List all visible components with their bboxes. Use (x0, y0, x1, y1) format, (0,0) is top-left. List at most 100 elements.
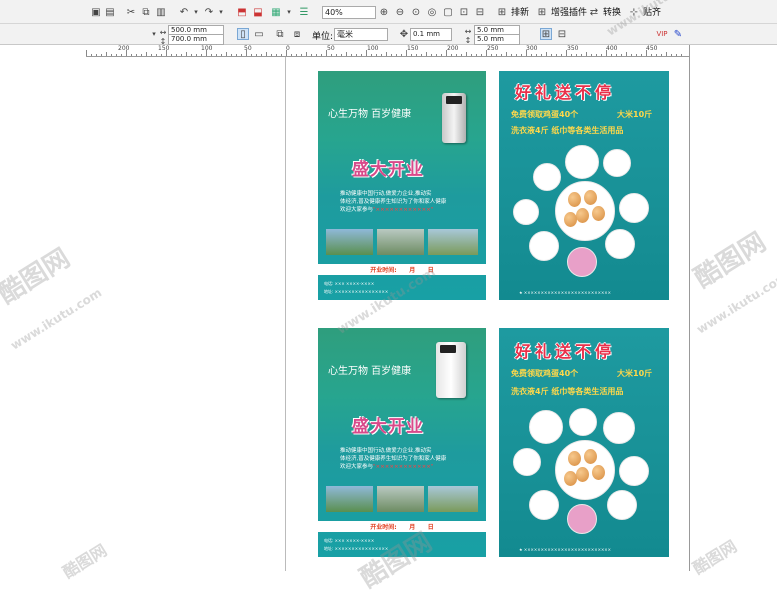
copy-icon[interactable]: ⧉ (140, 6, 152, 18)
ruler-tick (476, 54, 477, 56)
gift-circle-rice (529, 231, 559, 261)
gift-circle-bottle (513, 199, 539, 225)
ruler-tick (111, 54, 112, 56)
flyer-front[interactable]: 心生万物 百岁健康 盛大开业 推动健康中国行动,做爱力企业,推动实 体经济,普及… (318, 71, 486, 300)
flyer-back-copy[interactable]: 好礼送不停 免费领取鸡蛋40个 大米10斤 洗衣液4斤 纸巾等各类生活用品 ★ … (499, 328, 669, 557)
publish-pdf-icon[interactable]: ▦ (270, 6, 282, 18)
ruler-tick (221, 54, 222, 56)
gift-circle-tissue (529, 410, 563, 444)
duplicate-y-field[interactable]: 5.0 mm (474, 34, 520, 45)
canvas-right-edge (689, 45, 690, 571)
ruler-tick (126, 50, 127, 56)
ruler-tick (401, 54, 402, 56)
ruler-tick (431, 54, 432, 56)
month-label: 月 (409, 524, 416, 531)
page-height-field[interactable]: 700.0 mm (168, 34, 224, 45)
ruler-tick (656, 54, 657, 56)
ruler-tick (511, 54, 512, 56)
ruler-tick (546, 52, 547, 56)
flyer-back[interactable]: 好礼送不停 免费领取鸡蛋40个 大米10斤 洗衣液4斤 纸巾等各类生活用品 ★ … (499, 71, 669, 300)
import-icon[interactable]: ⬒ (236, 6, 248, 18)
ruler-tick (206, 50, 207, 56)
gift-line-daily: 洗衣液4斤 纸巾等各类生活用品 (511, 387, 624, 396)
redo-icon[interactable]: ↷ (203, 6, 215, 18)
ruler-tick (571, 54, 572, 56)
ruler-tick (281, 54, 282, 56)
ruler-tick (291, 54, 292, 56)
zoom-out-icon[interactable]: ⊖ (394, 6, 406, 18)
all-pages-icon[interactable]: ⧉ (274, 28, 286, 40)
zoom-level-field[interactable]: 40% (322, 6, 376, 19)
ruler-tick (141, 54, 142, 56)
zoom-selected-icon[interactable]: ⊙ (410, 6, 422, 18)
ruler-tick (256, 54, 257, 56)
ruler-tick (561, 54, 562, 56)
day-label: 日 (427, 524, 434, 531)
egg-image (576, 467, 589, 482)
ruler-tick (351, 54, 352, 56)
opening-time-label: 开业时间: (370, 524, 397, 531)
ruler-tick (616, 54, 617, 56)
undo-dropdown-icon[interactable]: ▾ (190, 6, 202, 18)
ruler-tick (451, 54, 452, 56)
portrait-icon[interactable]: ▯ (237, 28, 249, 40)
slogan-text: 心生万物 百岁健康 (328, 366, 412, 377)
ruler-tick (251, 54, 252, 56)
snap-options-icon[interactable]: ⊟ (556, 28, 568, 40)
zoom-height-icon[interactable]: ⊟ (474, 6, 486, 18)
ruler-tick (261, 54, 262, 56)
zoom-page-icon[interactable]: ▢ (442, 6, 454, 18)
ruler-tick (406, 50, 407, 56)
layout-button[interactable]: 排新 (511, 5, 529, 18)
ai-assist-icon[interactable]: ✎ (672, 28, 684, 40)
ruler-tick (116, 54, 117, 56)
ruler-tick (186, 52, 187, 56)
enhance-plugin-button[interactable]: 增强插件 (551, 5, 587, 18)
intro-text: 推动健康中国行动,做爱力企业,推动实 体经济,普及健康养生知识为了你和家人健康 … (340, 190, 480, 214)
egg-image (564, 471, 577, 486)
ruler-tick (676, 54, 677, 56)
egg-image (564, 212, 577, 227)
ruler-tick (481, 54, 482, 56)
cut-icon[interactable]: ✂ (125, 6, 137, 18)
treat-as-filled-icon[interactable]: ⊞ (540, 28, 552, 40)
ruler-tick (266, 52, 267, 56)
ruler-tick (156, 54, 157, 56)
snap-button[interactable]: 贴齐 (643, 5, 661, 18)
gift-circle-detergent (533, 163, 561, 191)
enhance-plugin-icon: ⊞ (537, 6, 547, 18)
ruler-tick (536, 54, 537, 56)
current-page-icon[interactable]: ⧈ (291, 28, 303, 40)
paste-icon[interactable]: ▥ (155, 6, 167, 18)
gift-circle-basin (567, 247, 597, 277)
ruler-tick (516, 54, 517, 56)
ruler-tick (201, 54, 202, 56)
flyer-front-copy[interactable]: 心生万物 百岁健康 盛大开业 推动健康中国行动,做爱力企业,推动实 体经济,普及… (318, 328, 486, 557)
zoom-in-icon[interactable]: ⊕ (378, 6, 390, 18)
horizontal-ruler[interactable]: 200 150 100 50 0 50 100 150 200 250 300 … (86, 45, 690, 57)
intro-line: 欢迎大家参与 (340, 464, 374, 470)
ruler-tick (586, 52, 587, 56)
unit-select[interactable]: 毫米 (334, 28, 388, 41)
export-icon[interactable]: ⬓ (252, 6, 264, 18)
landscape-icon[interactable]: ▭ (253, 28, 265, 40)
nudge-distance-field[interactable]: 0.1 mm (410, 28, 452, 41)
vip-icon[interactable]: VIP (656, 28, 668, 40)
ruler-label: 250 (487, 45, 499, 52)
zoom-width-icon[interactable]: ⊡ (458, 6, 470, 18)
standard-toolbar: ▣ ▤ ✂ ⧉ ▥ ↶ ▾ ↷ ▾ ⬒ ⬓ ▦ ▾ ☰ 40% ⊕ ⊖ ⊙ ◎ … (0, 0, 777, 24)
ruler-tick (486, 50, 487, 56)
convert-button[interactable]: 转换 (603, 5, 621, 18)
app-launcher-icon[interactable]: ☰ (298, 6, 310, 18)
undo-icon[interactable]: ↶ (178, 6, 190, 18)
address-text: 地址: ×××××××××××××××× (324, 546, 389, 551)
zoom-all-icon[interactable]: ◎ (426, 6, 438, 18)
print-icon[interactable]: ▤ (104, 6, 116, 18)
ruler-tick (216, 54, 217, 56)
ruler-label: 150 (407, 45, 419, 52)
redo-dropdown-icon[interactable]: ▾ (215, 6, 227, 18)
save-icon[interactable]: ▣ (90, 6, 102, 18)
ruler-tick (296, 54, 297, 56)
publish-dropdown-icon[interactable]: ▾ (283, 6, 295, 18)
egg-image (576, 208, 589, 223)
